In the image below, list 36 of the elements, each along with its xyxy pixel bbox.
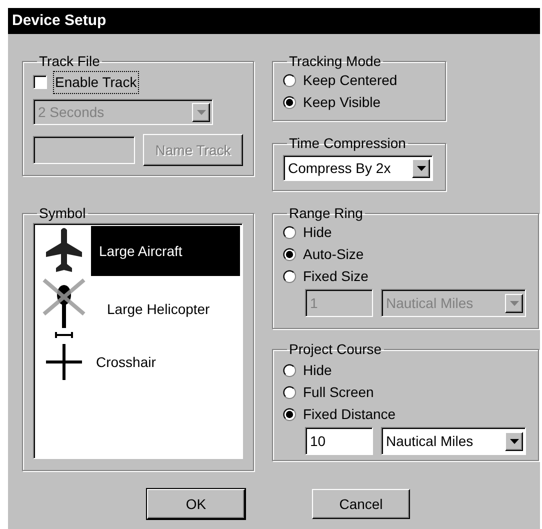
radio-button[interactable] — [283, 248, 296, 261]
option-label[interactable]: Hide — [303, 360, 332, 381]
symbol-item[interactable]: Crosshair — [91, 352, 164, 373]
option-label[interactable]: Full Screen — [303, 382, 374, 403]
group-title: Track File — [38, 54, 101, 70]
group-title: Time Compression — [288, 136, 407, 152]
option-label[interactable]: Fixed Size — [303, 266, 368, 287]
option-label[interactable]: Keep Centered — [303, 70, 398, 91]
radio-button[interactable] — [283, 270, 296, 283]
distance-field[interactable]: 10 — [305, 427, 373, 456]
radio-button[interactable] — [283, 408, 296, 421]
group-title: Project Course — [288, 342, 383, 358]
checkbox-label[interactable]: Enable Track — [54, 72, 138, 93]
units-dropdown[interactable]: Nautical Miles — [381, 427, 526, 456]
group-title: Symbol — [38, 206, 87, 222]
group-title: Tracking Mode — [288, 54, 382, 70]
radio-button[interactable] — [283, 226, 296, 239]
crosshair-icon — [46, 344, 82, 380]
radio-button[interactable] — [283, 364, 296, 377]
checkbox[interactable] — [33, 75, 47, 90]
dialog-button[interactable]: OK — [147, 489, 245, 519]
time-compression-dropdown[interactable]: Compress By 2x — [283, 155, 433, 182]
option-label[interactable]: Keep Visible — [303, 92, 381, 113]
option-label[interactable]: Hide — [303, 222, 332, 243]
window-title: Device Setup — [8, 8, 540, 34]
symbol-item[interactable]: Large Helicopter — [91, 298, 218, 320]
option-label[interactable]: Auto-Size — [303, 244, 364, 265]
symbol-list[interactable]: Large Aircraft Large Helicopter Crosshair — [33, 223, 243, 460]
dialog-button[interactable]: Cancel — [312, 489, 410, 519]
radio-button[interactable] — [283, 74, 296, 87]
option-label[interactable]: Fixed Distance — [303, 404, 396, 425]
symbol-item[interactable]: Large Aircraft — [91, 226, 240, 276]
radio-button[interactable] — [283, 386, 296, 399]
helicopter-icon — [42, 278, 86, 340]
radio-button[interactable] — [283, 96, 296, 109]
group-title: Range Ring — [288, 206, 364, 222]
